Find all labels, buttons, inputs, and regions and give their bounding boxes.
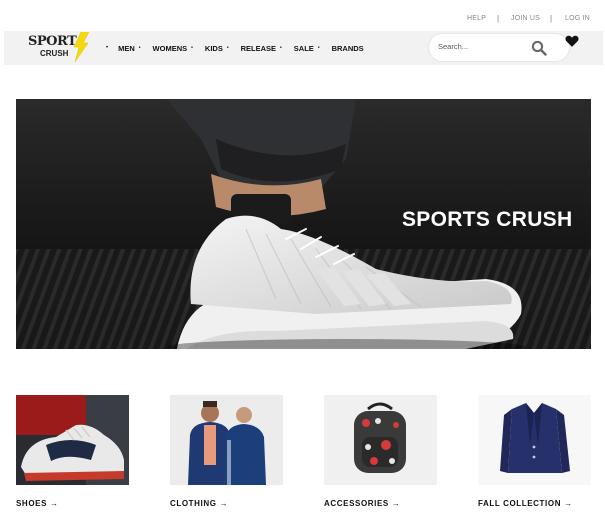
dropdown-bullet-icon: • bbox=[226, 45, 229, 51]
accessories-thumbnail bbox=[324, 395, 437, 485]
nav-item-label: KIDS bbox=[204, 43, 223, 53]
dropdown-bullet-icon: • bbox=[317, 45, 320, 51]
fall-collection-thumbnail bbox=[478, 395, 591, 485]
nav-item-label: RELEASE bbox=[240, 43, 277, 53]
nav-item-label: WOMENS bbox=[152, 43, 188, 53]
category-card-accessories[interactable]: ACCESSORIES → bbox=[324, 395, 437, 508]
utility-bar: HELP | JOIN US | LOG IN bbox=[0, 0, 605, 31]
category-label: SHOES → bbox=[16, 499, 129, 508]
nav-item-kids[interactable]: KIDS • bbox=[205, 44, 229, 53]
search-icon[interactable] bbox=[531, 40, 547, 56]
search-input[interactable] bbox=[438, 42, 533, 51]
category-label: ACCESSORIES → bbox=[324, 499, 437, 508]
dropdown-bullet-icon: • bbox=[280, 45, 282, 51]
utility-separator: | bbox=[497, 14, 500, 23]
nav-item-label: SALE bbox=[293, 43, 314, 53]
main-header: SPORT CRUSH • MEN • WOMENS • KIDS • RELE… bbox=[4, 31, 603, 65]
hero-title: SPORTS CRUSH bbox=[402, 208, 573, 231]
hero-banner[interactable]: SPORTS CRUSH bbox=[16, 99, 591, 349]
arrow-right-icon: → bbox=[50, 499, 59, 508]
logo-text-crush: CRUSH bbox=[40, 49, 69, 58]
nav-item-men[interactable]: MEN • bbox=[118, 44, 140, 53]
category-card-fall-collection[interactable]: FALL COLLECTION → bbox=[478, 395, 591, 508]
nav-item-label: BRANDS bbox=[331, 43, 364, 53]
shoes-thumbnail bbox=[16, 395, 129, 485]
category-label: CLOTHING → bbox=[170, 499, 283, 508]
arrow-right-icon: → bbox=[564, 499, 573, 508]
dropdown-bullet-icon: • bbox=[138, 45, 141, 51]
category-label-text: CLOTHING bbox=[170, 499, 217, 508]
clothing-thumbnail bbox=[170, 395, 283, 485]
logo-text-sport: SPORT bbox=[28, 34, 77, 49]
nav-bullet: • bbox=[106, 45, 109, 51]
heart-icon[interactable] bbox=[565, 34, 579, 48]
search-box bbox=[428, 33, 570, 62]
join-us-link[interactable]: JOIN US bbox=[511, 15, 540, 22]
category-label-text: FALL COLLECTION bbox=[478, 499, 562, 508]
nav-item-womens[interactable]: WOMENS • bbox=[153, 44, 193, 53]
main-nav: • MEN • WOMENS • KIDS • RELEASE • SALE •… bbox=[104, 31, 376, 65]
arrow-right-icon: → bbox=[219, 499, 229, 508]
log-in-link[interactable]: LOG IN bbox=[565, 15, 590, 22]
help-link[interactable]: HELP bbox=[467, 15, 486, 22]
category-card-clothing[interactable]: CLOTHING → bbox=[170, 395, 283, 508]
category-card-shoes[interactable]: SHOES → bbox=[16, 395, 129, 508]
lightning-bolt-icon bbox=[73, 32, 90, 62]
category-label: FALL COLLECTION → bbox=[478, 499, 591, 508]
nav-item-sale[interactable]: SALE • bbox=[294, 44, 320, 53]
arrow-right-icon: → bbox=[391, 499, 401, 508]
site-logo[interactable]: SPORT CRUSH bbox=[28, 32, 92, 62]
category-label-text: ACCESSORIES bbox=[324, 499, 389, 508]
nav-item-label: MEN bbox=[118, 43, 135, 53]
nav-item-release[interactable]: RELEASE • bbox=[241, 44, 282, 53]
nav-item-brands[interactable]: BRANDS bbox=[332, 44, 364, 53]
category-label-text: SHOES bbox=[16, 499, 48, 508]
utility-separator: | bbox=[550, 14, 553, 23]
dropdown-bullet-icon: • bbox=[191, 45, 193, 51]
